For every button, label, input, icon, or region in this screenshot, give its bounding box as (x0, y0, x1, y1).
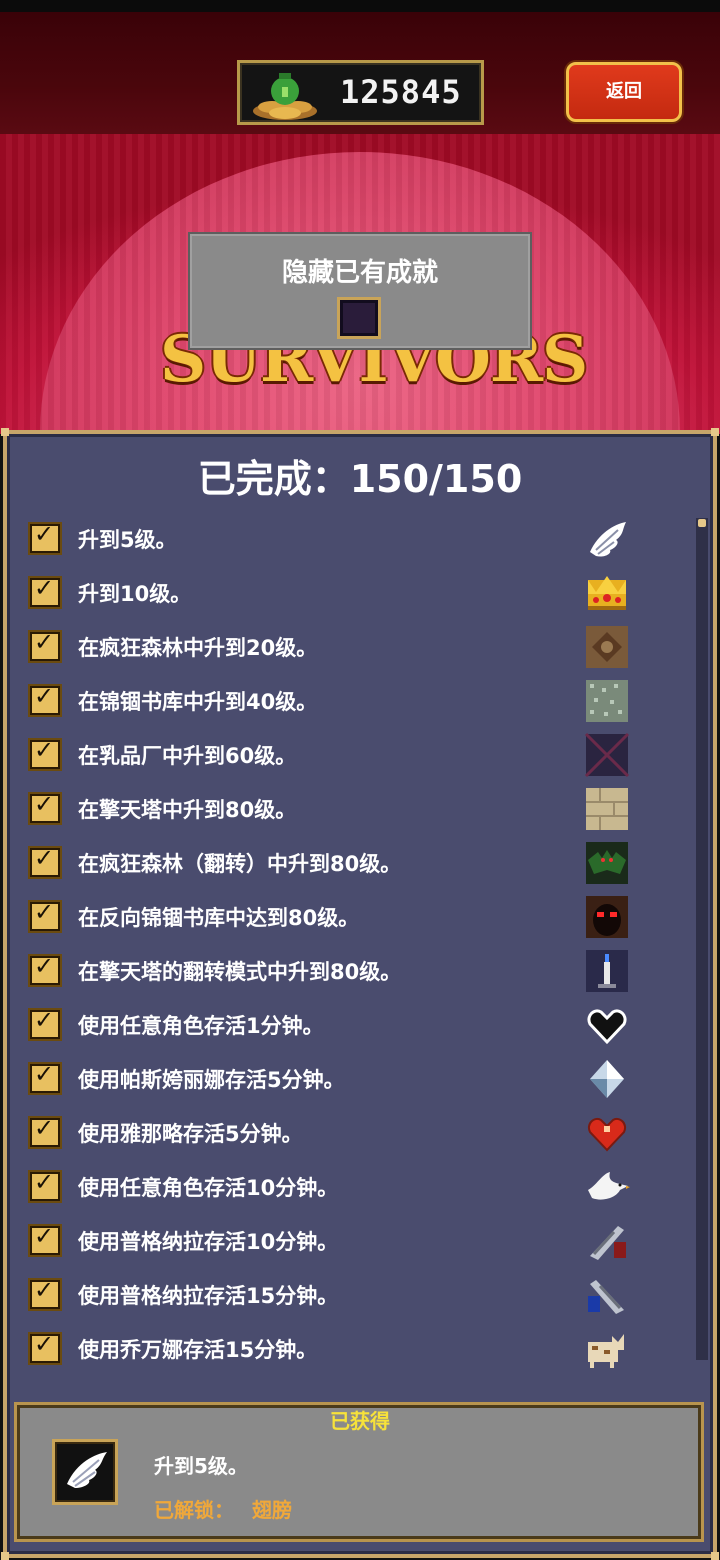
achievement-checkbox: ✓ (28, 628, 62, 663)
achievement-checkbox: ✓ (28, 736, 62, 771)
checkmark-icon: ✓ (34, 1222, 55, 1250)
achievement-checkbox: ✓ (28, 898, 62, 933)
achievement-row[interactable]: ✓ 在乳品厂中升到60级。 (22, 728, 694, 782)
black-heart-icon (587, 1009, 627, 1045)
achievement-checkbox: ✓ (28, 1006, 62, 1041)
detail-title: 已获得 (330, 1409, 390, 1433)
library-tile-icon (586, 680, 628, 722)
candle-icon (586, 950, 628, 992)
checkmark-icon: ✓ (34, 628, 55, 656)
detail-unlock-value: 翅膀 (252, 1498, 292, 1522)
forest-tile-icon (586, 626, 628, 668)
achievement-text: 在擎天塔的翻转模式中升到80级。 (78, 960, 402, 984)
tower-tile-icon (586, 788, 628, 830)
achievement-row[interactable]: ✓ 使用任意角色存活1分钟。 (22, 998, 694, 1052)
achievement-row[interactable]: ✓ 在锦锢书库中升到40级。 (22, 674, 694, 728)
cat-icon (588, 1334, 624, 1368)
checkmark-icon: ✓ (34, 1006, 55, 1034)
achievement-text: 使用乔万娜存活15分钟。 (78, 1338, 318, 1362)
checkmark-icon: ✓ (34, 952, 55, 980)
back-button[interactable]: 返回 (566, 62, 682, 122)
red-heart-icon (588, 1118, 626, 1152)
achievement-row[interactable]: ✓ 在擎天塔中升到80级。 (22, 782, 694, 836)
achievement-row[interactable]: ✓ 使用任意角色存活10分钟。 (22, 1160, 694, 1214)
achievement-checkbox: ✓ (28, 952, 62, 987)
achievement-row[interactable]: ✓ 在疯狂森林中升到20级。 (22, 620, 694, 674)
detail-achievement-name: 升到5级。 (154, 1454, 248, 1478)
list-scrollbar[interactable] (696, 518, 708, 1360)
achievement-text: 使用普格纳拉存活10分钟。 (78, 1230, 339, 1254)
checkmark-icon: ✓ (34, 898, 55, 926)
coin-counter: 125845 (237, 60, 484, 125)
hide-owned-label: 隐藏已有成就 (281, 258, 438, 288)
achievement-text: 在擎天塔中升到80级。 (78, 798, 297, 822)
achievement-text: 在疯狂森林中升到20级。 (78, 636, 318, 660)
detail-wing-icon (52, 1439, 118, 1505)
achievement-checkbox: ✓ (28, 1222, 62, 1257)
achievement-row[interactable]: ✓ 使用普格纳拉存活15分钟。 (22, 1268, 694, 1322)
money-bag-icon (253, 73, 317, 120)
detail-unlock-label: 已解锁： (154, 1498, 234, 1522)
achievement-text: 使用普格纳拉存活15分钟。 (78, 1284, 339, 1308)
checkmark-icon: ✓ (34, 1114, 55, 1142)
completed-count: 已完成：150/150 (197, 457, 523, 501)
dove-icon (588, 1172, 630, 1200)
achievement-text: 在疯狂森林（翻转）中升到80级。 (78, 852, 402, 876)
checkmark-icon: ✓ (34, 574, 55, 602)
achievement-row[interactable]: ✓ 使用普格纳拉存活10分钟。 (22, 1214, 694, 1268)
checkmark-icon: ✓ (34, 844, 55, 872)
achievement-checkbox: ✓ (28, 520, 62, 555)
checkmark-icon: ✓ (34, 790, 55, 818)
achievement-checkbox: ✓ (28, 1168, 62, 1203)
scrollbar-thumb[interactable] (698, 519, 706, 527)
achievement-checkbox: ✓ (28, 1060, 62, 1095)
achievement-row[interactable]: ✓ 使用雅那略存活5分钟。 (22, 1106, 694, 1160)
achievement-text: 升到10级。 (78, 582, 192, 606)
red-eyes-icon (586, 896, 628, 938)
achievement-checkbox: ✓ (28, 682, 62, 717)
gun-blue-icon (588, 1280, 624, 1314)
achievement-text: 在锦锢书库中升到40级。 (78, 690, 318, 714)
achievement-text: 升到5级。 (78, 528, 177, 552)
diamond-icon (590, 1060, 624, 1098)
checkmark-icon: ✓ (34, 520, 55, 548)
achievement-row[interactable]: ✓ 使用乔万娜存活15分钟。 (22, 1322, 694, 1376)
achievement-list[interactable]: ✓ 升到5级。 ✓ 升到10级。 ✓ 在疯狂森林中升到20级。 ✓ 在锦锢书库中升到40级。 ✓… (22, 512, 694, 1388)
achievement-checkbox: ✓ (28, 1276, 62, 1311)
achievement-row[interactable]: ✓ 升到5级。 (22, 512, 694, 566)
achievement-checkbox: ✓ (28, 844, 62, 879)
checkmark-icon: ✓ (34, 1060, 55, 1088)
dairy-tile-icon (584, 732, 630, 778)
achievement-text: 使用任意角色存活1分钟。 (78, 1014, 324, 1038)
checkmark-icon: ✓ (34, 682, 55, 710)
achievement-row[interactable]: ✓ 在擎天塔的翻转模式中升到80级。 (22, 944, 694, 998)
detail-unlock-line: 已解锁： 翅膀 (154, 1494, 292, 1523)
checkmark-icon: ✓ (34, 1330, 55, 1358)
achievement-row[interactable]: ✓ 在疯狂森林（翻转）中升到80级。 (22, 836, 694, 890)
bat-icon (586, 842, 628, 884)
achievement-text: 在乳品厂中升到60级。 (78, 744, 297, 768)
achievement-checkbox: ✓ (28, 790, 62, 825)
coin-value: 125845 (340, 73, 462, 111)
achievement-text: 使用雅那略存活5分钟。 (78, 1122, 303, 1146)
achievement-row[interactable]: ✓ 升到10级。 (22, 566, 694, 620)
achievement-checkbox: ✓ (28, 574, 62, 609)
achievement-row[interactable]: ✓ 在反向锦锢书库中达到80级。 (22, 890, 694, 944)
checkmark-icon: ✓ (34, 736, 55, 764)
status-strip (0, 0, 720, 12)
achievement-text: 在反向锦锢书库中达到80级。 (78, 906, 360, 930)
gun-red-icon (590, 1226, 626, 1260)
achievement-text: 使用任意角色存活10分钟。 (78, 1176, 339, 1200)
achievement-text: 使用帕斯姱丽娜存活5分钟。 (78, 1068, 345, 1092)
crown-icon (588, 576, 626, 610)
achievement-checkbox: ✓ (28, 1114, 62, 1149)
hide-owned-checkbox[interactable] (337, 297, 381, 339)
checkmark-icon: ✓ (34, 1276, 55, 1304)
wing-icon (590, 522, 626, 557)
achievement-checkbox: ✓ (28, 1330, 62, 1365)
achievement-row[interactable]: ✓ 使用帕斯姱丽娜存活5分钟。 (22, 1052, 694, 1106)
checkmark-icon: ✓ (34, 1168, 55, 1196)
